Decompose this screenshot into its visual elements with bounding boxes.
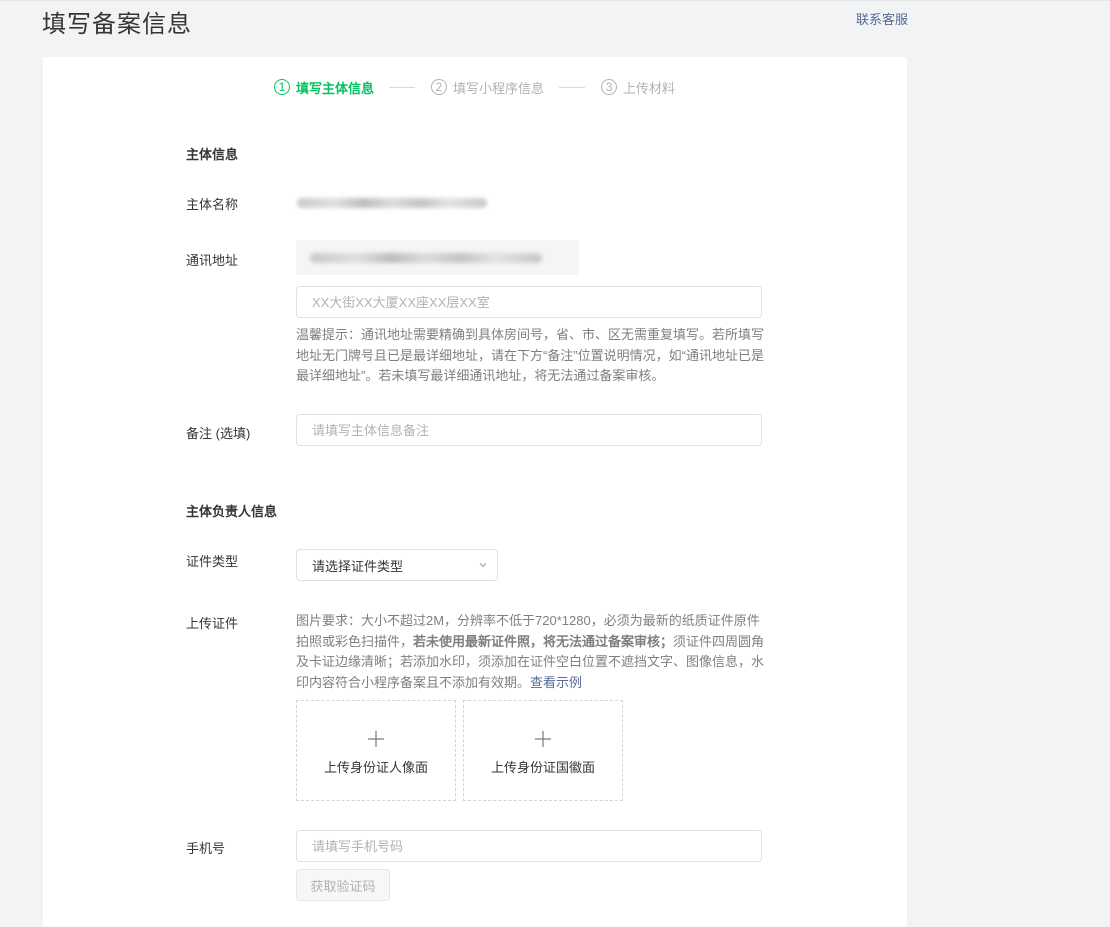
- step-number: 1: [274, 79, 290, 95]
- page-title: 填写备案信息: [42, 11, 192, 38]
- step-number: 3: [601, 79, 618, 95]
- subject-name-value-redacted: [297, 198, 487, 208]
- upload-tip-warning: 若未使用最新证件照，将无法通过备案审核；: [413, 633, 674, 649]
- subject-name-label: 主体名称: [186, 197, 239, 212]
- phone-input[interactable]: [296, 830, 762, 862]
- address-region-value-redacted: [310, 253, 542, 263]
- step-label: 填写主体信息: [296, 80, 375, 96]
- upload-cert-label: 上传证件: [186, 616, 239, 631]
- plus-icon: [368, 731, 384, 747]
- section-title-subject: 主体信息: [186, 147, 239, 162]
- step-connector: [559, 86, 586, 88]
- cert-type-value: 请选择证件类型: [312, 558, 404, 574]
- get-verification-code-button[interactable]: 获取验证码: [296, 869, 390, 901]
- step-subject-info: 1 填写主体信息: [274, 78, 374, 97]
- step-miniprogram-info: 2 填写小程序信息: [431, 78, 544, 97]
- form-card: 1 填写主体信息 2 填写小程序信息 3 上传材料 主体信息 主体名称 通讯地址…: [43, 57, 907, 927]
- remark-input[interactable]: [296, 414, 762, 446]
- upload-id-front[interactable]: 上传身份证人像面: [296, 700, 456, 801]
- upload-id-back[interactable]: 上传身份证国徽面: [463, 700, 623, 801]
- chevron-down-icon: [479, 563, 487, 568]
- address-label: 通讯地址: [186, 253, 239, 268]
- progress-steps: 1 填写主体信息 2 填写小程序信息 3 上传材料: [274, 77, 675, 97]
- upload-tip: 图片要求：大小不超过2M，分辨率不低于720*1280，必须为最新的纸质证件原件…: [296, 611, 766, 693]
- step-connector: [389, 86, 416, 88]
- address-detail-input[interactable]: [296, 286, 762, 318]
- cert-type-select[interactable]: 请选择证件类型: [296, 549, 498, 581]
- step-label: 上传材料: [623, 80, 676, 96]
- step-number: 2: [431, 79, 448, 95]
- upload-id-front-label: 上传身份证人像面: [323, 760, 428, 775]
- address-tip: 温馨提示：通讯地址需要精确到具体房间号，省、市、区无需重复填写。若所填写地址无门…: [296, 327, 765, 383]
- view-example-link[interactable]: 查看示例: [530, 675, 582, 690]
- contact-support-link[interactable]: 联系客服: [856, 9, 908, 28]
- remark-label: 备注 (选填): [186, 426, 251, 441]
- plus-icon: [535, 731, 551, 747]
- cert-type-label: 证件类型: [186, 554, 239, 569]
- upload-id-back-label: 上传身份证国徽面: [490, 760, 595, 775]
- step-upload-materials: 3 上传材料: [601, 78, 675, 97]
- top-divider: [0, 0, 1110, 1]
- step-label: 填写小程序信息: [453, 80, 545, 96]
- section-title-principal: 主体负责人信息: [186, 504, 278, 519]
- phone-label: 手机号: [186, 841, 226, 856]
